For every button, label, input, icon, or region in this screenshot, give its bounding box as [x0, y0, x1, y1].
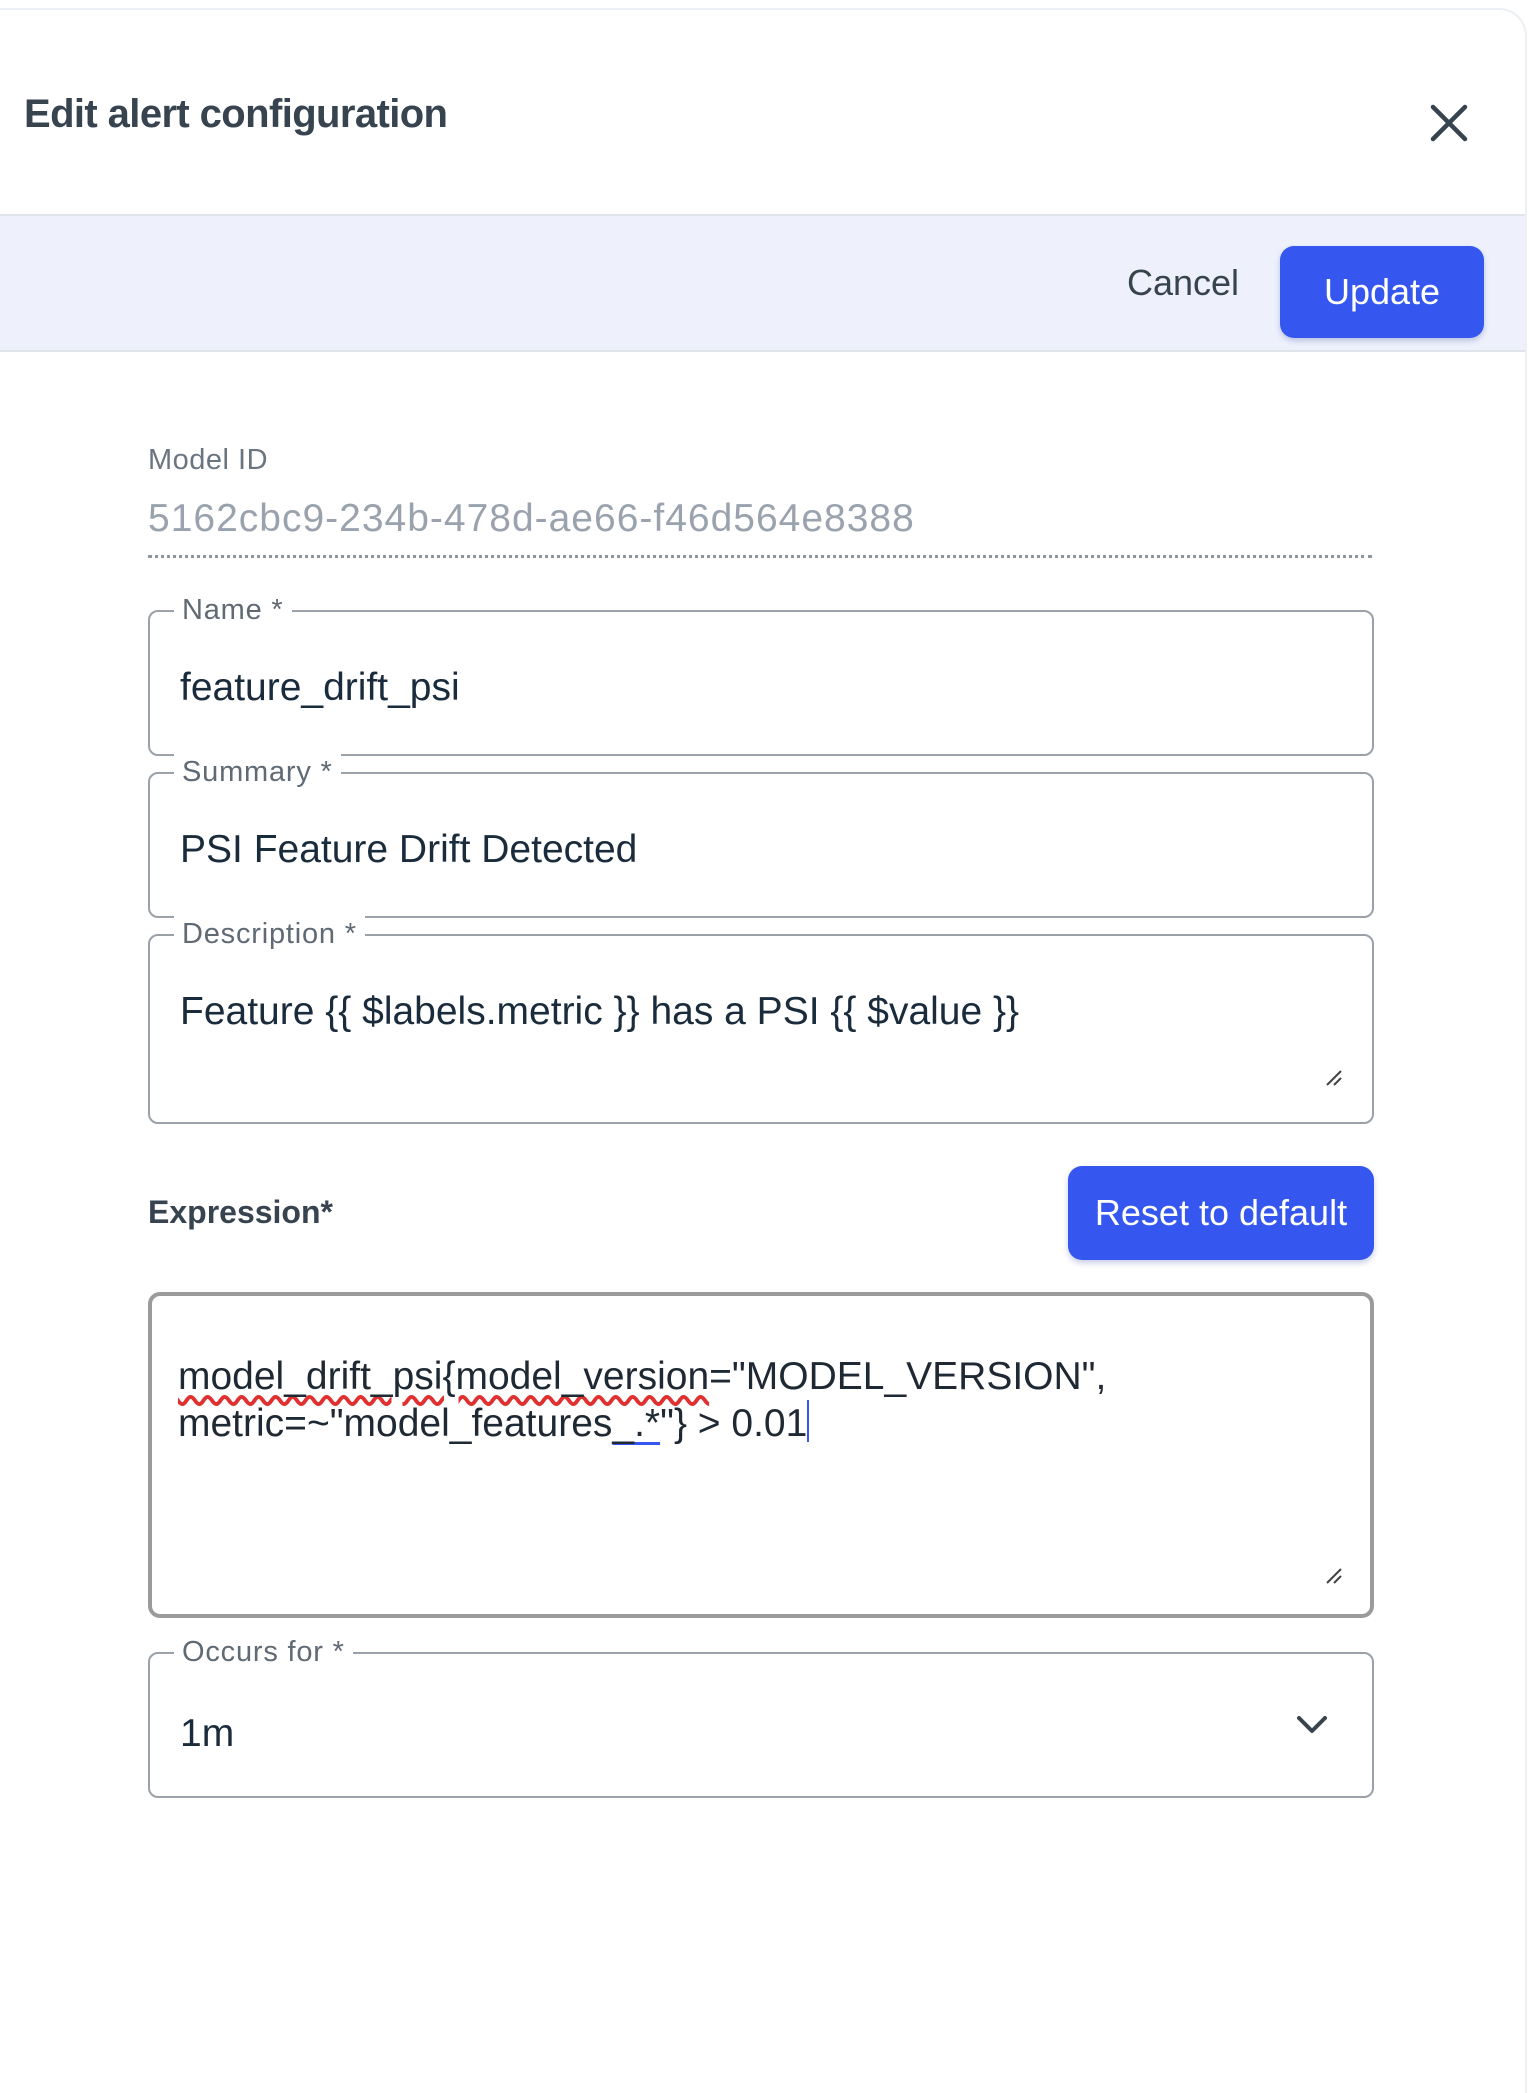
description-field[interactable]: Description * Feature {{ $labels.metric … [148, 914, 1374, 1124]
action-toolbar: Cancel Update [0, 216, 1525, 352]
expression-grammar-segment: _.* [612, 1402, 661, 1445]
expression-text[interactable]: model_drift_psi{model_version="MODEL_VER… [178, 1354, 1298, 1447]
chevron-down-icon[interactable] [1294, 1712, 1330, 1736]
occurs-for-label: Occurs for * [174, 1632, 353, 1672]
dialog-header: Edit alert configuration [0, 10, 1525, 216]
description-label: Description * [174, 914, 365, 954]
text-caret [807, 1400, 810, 1442]
name-input[interactable]: feature_drift_psi [180, 666, 460, 710]
occurs-for-value[interactable]: 1m [180, 1712, 234, 1756]
expression-segment: ="MODEL_VERSION", [709, 1355, 1107, 1398]
reset-to-default-button[interactable]: Reset to default [1068, 1166, 1374, 1260]
update-button[interactable]: Update [1280, 246, 1484, 338]
resize-grip-icon[interactable] [1324, 1566, 1344, 1586]
cancel-button[interactable]: Cancel [1108, 238, 1258, 328]
expression-misspelled-segment: model_drift_psi{model_version [178, 1355, 710, 1398]
summary-field[interactable]: Summary * PSI Feature Drift Detected [148, 752, 1374, 918]
expression-segment: "} > 0.01 [660, 1402, 808, 1445]
expression-label: Expression* [148, 1194, 333, 1230]
edit-alert-dialog: Edit alert configuration Cancel Update M… [0, 8, 1527, 2093]
resize-grip-icon[interactable] [1324, 1068, 1344, 1088]
model-id-label: Model ID [148, 444, 269, 476]
expression-segment: metric=~"model_features [178, 1402, 613, 1445]
summary-input[interactable]: PSI Feature Drift Detected [180, 828, 637, 872]
summary-label: Summary * [174, 752, 341, 792]
model-id-field: Model ID 5162cbc9-234b-478d-ae66-f46d564… [148, 444, 1372, 558]
name-label: Name * [174, 590, 292, 630]
occurs-for-select[interactable]: Occurs for * 1m [148, 1632, 1374, 1798]
close-icon[interactable] [1424, 98, 1474, 148]
expression-textarea[interactable]: model_drift_psi{model_version="MODEL_VER… [148, 1292, 1374, 1618]
model-id-value: 5162cbc9-234b-478d-ae66-f46d564e8388 [148, 497, 1372, 558]
dialog-title: Edit alert configuration [24, 92, 448, 136]
description-textarea[interactable]: Feature {{ $labels.metric }} has a PSI {… [180, 990, 1019, 1034]
name-field[interactable]: Name * feature_drift_psi [148, 590, 1374, 756]
